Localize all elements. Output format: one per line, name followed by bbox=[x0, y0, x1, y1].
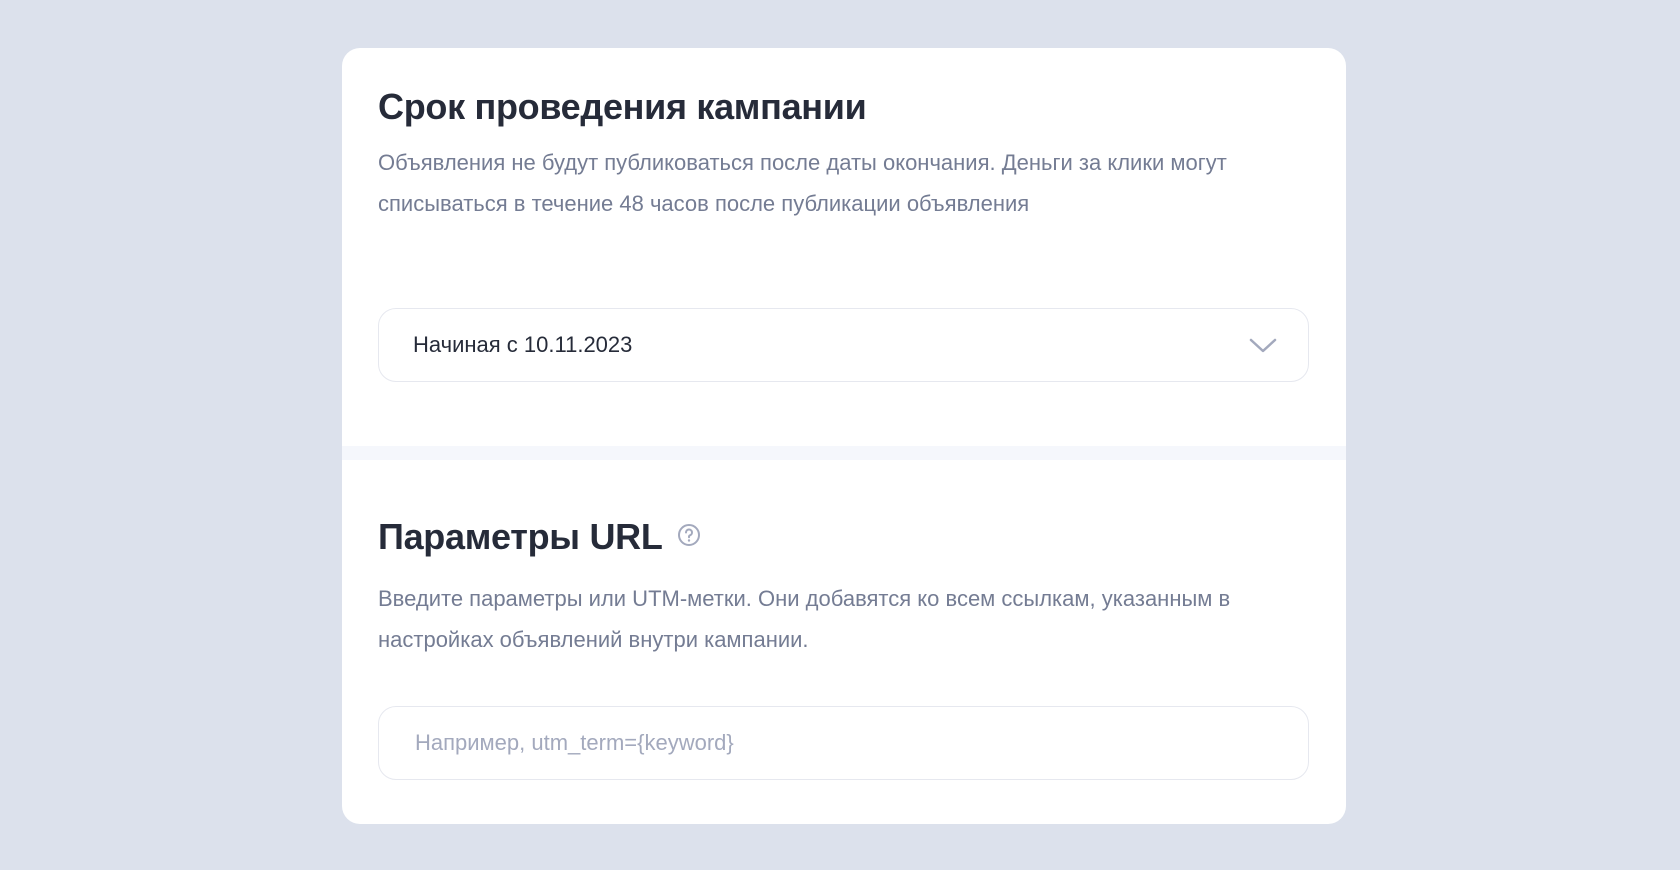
url-params-field[interactable] bbox=[378, 706, 1309, 780]
campaign-period-select-value: Начиная с 10.11.2023 bbox=[413, 332, 633, 357]
url-params-description: Введите параметры или UTM-метки. Они доб… bbox=[378, 586, 1231, 652]
campaign-period-select[interactable]: Начиная с 10.11.2023 bbox=[378, 308, 1309, 382]
campaign-period-title: Срок проведения кампании bbox=[378, 86, 867, 127]
campaign-period-description: Объявления не будут публиковаться после … bbox=[378, 150, 1227, 216]
url-params-title: Параметры URL bbox=[378, 516, 701, 560]
section-divider bbox=[342, 446, 1346, 460]
url-params-title-text: Параметры URL bbox=[378, 516, 663, 557]
url-params-input[interactable] bbox=[413, 729, 1274, 757]
settings-card: Срок проведения кампании Объявления не б… bbox=[342, 48, 1346, 824]
chevron-down-icon bbox=[1249, 338, 1277, 353]
help-icon[interactable] bbox=[677, 514, 701, 556]
